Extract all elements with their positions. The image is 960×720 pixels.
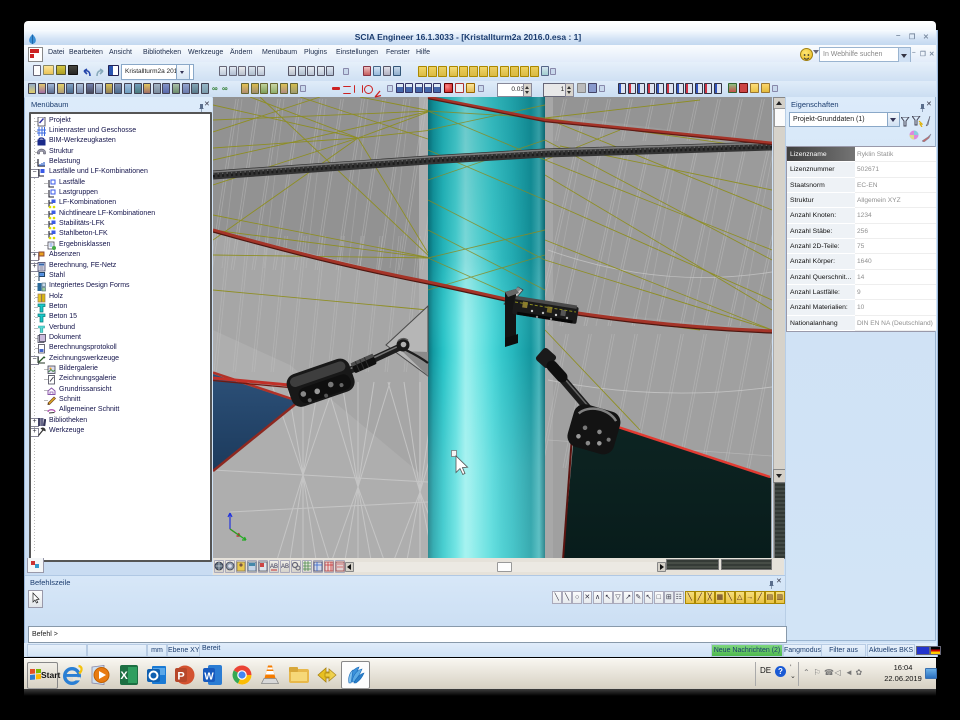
svg-text:W: W — [204, 672, 214, 683]
svg-text:P: P — [177, 671, 184, 683]
svg-text:AB: AB — [281, 564, 289, 570]
svg-text:X: X — [120, 670, 128, 682]
svg-text:AB: AB — [270, 564, 278, 570]
